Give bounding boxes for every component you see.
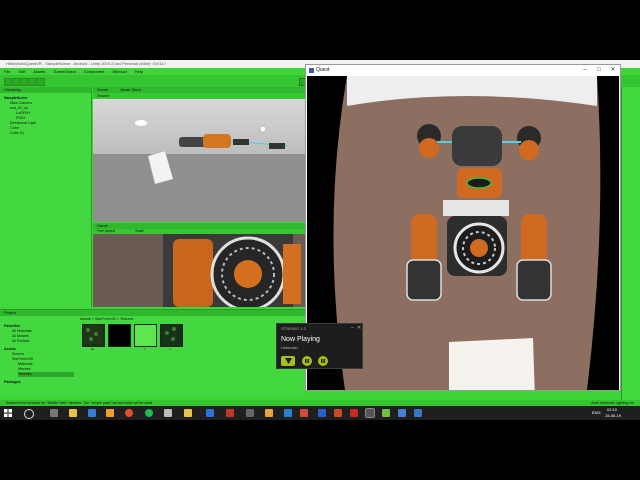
app-icon[interactable] bbox=[246, 409, 254, 417]
skip-icon bbox=[321, 359, 325, 363]
clock-date[interactable]: 15-08-19 bbox=[605, 413, 621, 418]
maximize-icon[interactable]: □ bbox=[592, 65, 606, 76]
game-view-panel: Game Free Aspect Scale bbox=[93, 223, 305, 307]
app-icon[interactable] bbox=[164, 409, 172, 417]
app-icon[interactable] bbox=[398, 409, 406, 417]
packages-label[interactable]: Packages bbox=[4, 380, 21, 385]
game-viewport-render bbox=[93, 234, 305, 307]
app-icon[interactable] bbox=[226, 409, 234, 417]
quest-app-icon bbox=[309, 68, 314, 73]
app-icon[interactable] bbox=[106, 409, 114, 417]
stremio-close-icon[interactable]: ✕ bbox=[357, 325, 361, 331]
app-icon[interactable] bbox=[206, 409, 214, 417]
noise-texture-icon bbox=[83, 325, 102, 344]
favorite-item[interactable]: All Prefabs bbox=[12, 339, 29, 344]
clock-time[interactable]: 02:10 bbox=[607, 407, 617, 412]
thumb-caption: ao bbox=[90, 347, 95, 351]
prev-button[interactable] bbox=[302, 356, 312, 366]
bottom-letterbox bbox=[0, 420, 640, 480]
close-icon[interactable]: ✕ bbox=[606, 65, 620, 76]
menu-help[interactable]: Help bbox=[135, 68, 143, 75]
quest-title-bar: Quest – □ ✕ bbox=[306, 65, 620, 76]
quest-title: Quest bbox=[316, 67, 330, 73]
next-button[interactable] bbox=[318, 356, 328, 366]
store-icon[interactable] bbox=[88, 409, 96, 417]
texture-thumbnail[interactable] bbox=[134, 324, 157, 347]
play-pause-button[interactable] bbox=[281, 356, 295, 366]
thumb-caption: c bbox=[143, 347, 146, 351]
app-icon[interactable] bbox=[350, 409, 358, 417]
hierarchy-item[interactable]: Cube (1) bbox=[10, 131, 24, 136]
scene-view[interactable]: Shaded bbox=[93, 93, 305, 222]
project-panel: Project Favorites All Materials All Mode… bbox=[0, 309, 305, 396]
hierarchy-tab[interactable]: Hierarchy bbox=[0, 87, 91, 93]
language-indicator[interactable]: ENG bbox=[592, 410, 601, 415]
stremio-mini-player: STREMIO 1.0 – ✕ Now Playing Unknown bbox=[276, 323, 363, 369]
search-icon[interactable] bbox=[24, 409, 34, 419]
now-playing-title: Now Playing bbox=[281, 336, 320, 343]
windows-taskbar: ENG 02:10 15-08-19 bbox=[0, 406, 640, 420]
unity-icon[interactable] bbox=[365, 408, 375, 418]
asset-folder-selected[interactable]: Textures bbox=[18, 372, 74, 377]
file-explorer-icon[interactable] bbox=[69, 409, 77, 417]
texture-thumbnail[interactable] bbox=[82, 324, 105, 347]
menu-assets[interactable]: Assets bbox=[33, 68, 45, 75]
stremio-minimize-icon[interactable]: – bbox=[351, 325, 354, 331]
texture-thumbnail[interactable] bbox=[108, 324, 131, 347]
stremio-header: STREMIO 1.0 bbox=[281, 326, 306, 331]
app-icon[interactable] bbox=[318, 409, 326, 417]
noise-texture-icon bbox=[161, 325, 180, 344]
menu-component[interactable]: Component bbox=[84, 68, 105, 75]
app-icon[interactable] bbox=[265, 409, 273, 417]
scene-viewport-render bbox=[93, 99, 305, 222]
app-icon[interactable] bbox=[300, 409, 308, 417]
inspector-panel bbox=[621, 87, 640, 400]
texture-thumbnail[interactable] bbox=[160, 324, 183, 347]
top-letterbox bbox=[0, 0, 640, 60]
play-icon bbox=[285, 358, 292, 364]
menu-window[interactable]: Window bbox=[113, 68, 127, 75]
vscode-icon[interactable] bbox=[284, 409, 292, 417]
spotify-icon[interactable] bbox=[145, 409, 153, 417]
task-view-icon[interactable] bbox=[50, 409, 58, 417]
pause-icon bbox=[305, 359, 309, 363]
android-icon[interactable] bbox=[382, 409, 390, 417]
project-breadcrumb[interactable]: Assets > StarFrem100 > Textures bbox=[80, 317, 133, 322]
menu-edit[interactable]: Edit bbox=[18, 68, 25, 75]
windows-start-icon[interactable] bbox=[4, 409, 12, 417]
tab-project[interactable]: Project bbox=[0, 310, 305, 316]
app-icon[interactable] bbox=[414, 409, 422, 417]
now-playing-subtitle: Unknown bbox=[281, 345, 298, 350]
menu-file[interactable]: File bbox=[4, 68, 10, 75]
app-icon[interactable] bbox=[334, 409, 342, 417]
chrome-icon[interactable] bbox=[125, 409, 133, 417]
status-message: Enabled text services for "Mobile Web" d… bbox=[6, 401, 154, 405]
minimize-icon[interactable]: – bbox=[578, 65, 592, 76]
app-icon[interactable] bbox=[184, 409, 192, 417]
rect-tool-button[interactable] bbox=[36, 78, 45, 86]
thumb-caption: n bbox=[169, 347, 172, 351]
hierarchy-panel: Hierarchy SampleScene Main Camera ood_01… bbox=[0, 87, 92, 307]
menu-gameobject[interactable]: GameObject bbox=[53, 68, 75, 75]
